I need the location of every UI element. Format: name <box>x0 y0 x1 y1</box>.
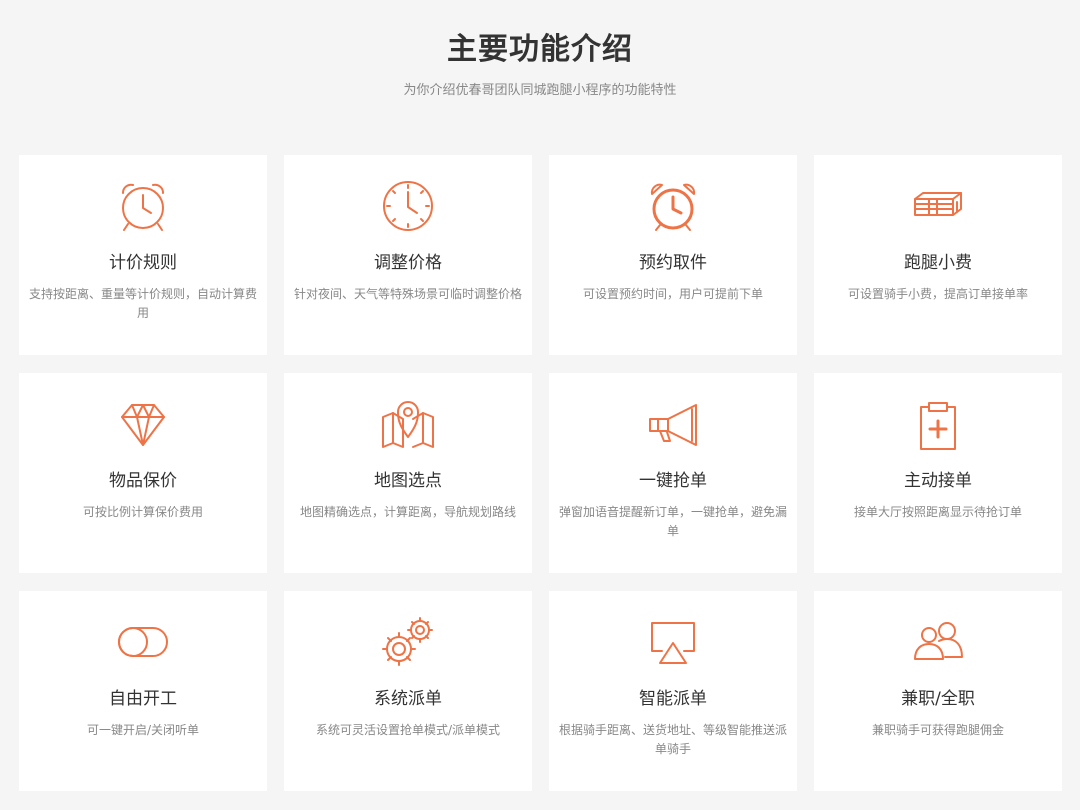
alarm-clock-icon <box>644 177 702 235</box>
feature-title: 调整价格 <box>374 253 442 273</box>
feature-description: 系统可灵活设置抢单模式/派单模式 <box>315 723 501 737</box>
feature-title: 主动接单 <box>904 471 972 491</box>
feature-card-smart-dispatch[interactable]: 智能派单 根据骑手距离、送货地址、等级智能推送派单骑手 <box>549 591 797 791</box>
feature-description: 地图精确选点，计算距离，导航规划路线 <box>299 505 516 519</box>
feature-title: 物品保价 <box>109 471 177 491</box>
feature-card-system-dispatch[interactable]: 系统派单 系统可灵活设置抢单模式/派单模式 <box>284 591 532 791</box>
toggle-icon <box>114 613 172 671</box>
gears-icon <box>379 613 437 671</box>
feature-title: 计价规则 <box>109 253 177 273</box>
feature-title: 跑腿小费 <box>904 253 972 273</box>
feature-card-adjust-price[interactable]: 调整价格 针对夜间、天气等特殊场景可临时调整价格 <box>284 155 532 355</box>
page-subtitle: 为你介绍优春哥团队同城跑腿小程序的功能特性 <box>403 83 677 98</box>
feature-description: 兼职骑手可获得跑腿佣金 <box>871 723 1004 737</box>
money-stack-icon <box>909 177 967 235</box>
feature-title: 自由开工 <box>109 689 177 709</box>
feature-title: 地图选点 <box>374 471 442 491</box>
feature-description: 针对夜间、天气等特殊场景可临时调整价格 <box>294 287 523 301</box>
feature-card-free-work[interactable]: 自由开工 可一键开启/关闭听单 <box>19 591 267 791</box>
map-pin-icon <box>379 395 437 453</box>
feature-title: 兼职/全职 <box>901 689 975 709</box>
feature-description: 可按比例计算保价费用 <box>82 505 203 519</box>
feature-description: 可设置预约时间，用户可提前下单 <box>582 287 763 301</box>
feature-card-part-full-time[interactable]: 兼职/全职 兼职骑手可获得跑腿佣金 <box>814 591 1062 791</box>
megaphone-icon <box>644 395 702 453</box>
section-header: 主要功能介绍 为你介绍优春哥团队同城跑腿小程序的功能特性 <box>0 0 1080 154</box>
users-icon <box>909 613 967 671</box>
alarm-clock-icon <box>114 177 172 235</box>
feature-card-tip[interactable]: 跑腿小费 可设置骑手小费，提高订单接单率 <box>814 155 1062 355</box>
feature-title: 系统派单 <box>374 689 442 709</box>
feature-card-accept-order[interactable]: 主动接单 接单大厅按照距离显示待抢订单 <box>814 373 1062 573</box>
diamond-icon <box>114 395 172 453</box>
feature-description: 可设置骑手小费，提高订单接单率 <box>847 287 1028 301</box>
feature-card-map-pick[interactable]: 地图选点 地图精确选点，计算距离，导航规划路线 <box>284 373 532 573</box>
feature-description: 弹窗加语音提醒新订单，一键抢单，避免漏单 <box>559 505 788 538</box>
feature-title: 一键抢单 <box>639 471 707 491</box>
page-title: 主要功能介绍 <box>447 32 633 67</box>
feature-description: 接单大厅按照距离显示待抢订单 <box>853 505 1022 519</box>
feature-card-pricing-rules[interactable]: 计价规则 支持按距离、重量等计价规则，自动计算费用 <box>19 155 267 355</box>
feature-title: 预约取件 <box>639 253 707 273</box>
feature-title: 智能派单 <box>639 689 707 709</box>
feature-grid: 计价规则 支持按距离、重量等计价规则，自动计算费用 调整价格 针对夜间、天气等特… <box>19 155 1062 791</box>
feature-card-grab-order[interactable]: 一键抢单 弹窗加语音提醒新订单，一键抢单，避免漏单 <box>549 373 797 573</box>
feature-description: 支持按距离、重量等计价规则，自动计算费用 <box>29 287 258 320</box>
clipboard-plus-icon <box>909 395 967 453</box>
feature-description: 可一键开启/关闭听单 <box>86 723 200 737</box>
feature-card-insured-value[interactable]: 物品保价 可按比例计算保价费用 <box>19 373 267 573</box>
feature-card-scheduled-pickup[interactable]: 预约取件 可设置预约时间，用户可提前下单 <box>549 155 797 355</box>
feature-description: 根据骑手距离、送货地址、等级智能推送派单骑手 <box>559 723 788 756</box>
airplay-screen-icon <box>644 613 702 671</box>
clock-icon <box>379 177 437 235</box>
